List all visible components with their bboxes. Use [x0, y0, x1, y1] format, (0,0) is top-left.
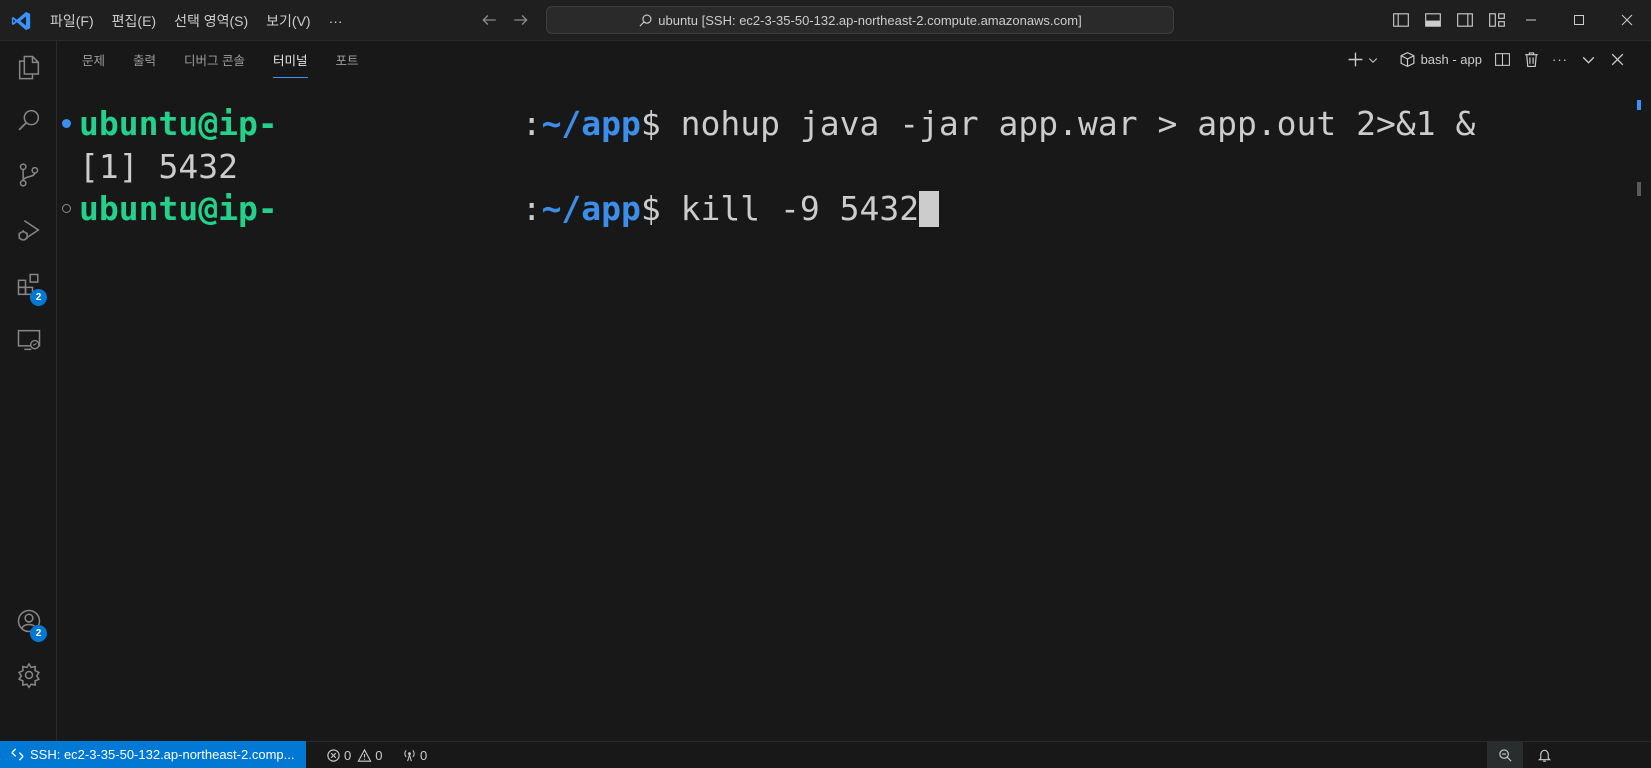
- warning-icon: [357, 748, 372, 762]
- terminal-line-output: [1] 5432: [79, 146, 238, 188]
- accounts-icon[interactable]: 2: [0, 597, 57, 645]
- scrollbar-thumb[interactable]: [1637, 182, 1641, 196]
- ports-count: 0: [420, 747, 428, 763]
- notifications-indicator[interactable]: [1526, 742, 1562, 768]
- command-text: kill -9 5432: [680, 189, 920, 228]
- title-bar: 파일(F) 편집(E) 선택 영역(S) 보기(V) ··· ubuntu [S…: [0, 0, 1651, 41]
- command-output: [1] 5432: [79, 147, 238, 186]
- remote-indicator[interactable]: SSH: ec2-3-35-50-132.ap-northeast-2.comp…: [0, 741, 307, 768]
- back-arrow-icon[interactable]: [480, 11, 498, 29]
- menu-more[interactable]: ···: [329, 13, 343, 29]
- forward-arrow-icon[interactable]: [512, 11, 530, 29]
- explorer-icon[interactable]: [0, 43, 57, 91]
- extensions-icon[interactable]: 2: [0, 261, 57, 309]
- prompt-user: ubuntu@ip-: [79, 104, 278, 143]
- broadcast-icon: [404, 749, 415, 761]
- command-pending-decoration[interactable]: [62, 204, 71, 213]
- prompt-separator: :: [521, 104, 542, 143]
- tab-problems[interactable]: 문제: [82, 46, 105, 73]
- panel-header: 문제 출력 디버그 콘솔 터미널 포트 bash - app ···: [57, 41, 1651, 78]
- prompt-path: ~/app: [541, 104, 641, 143]
- status-bar: SSH: ec2-3-35-50-132.ap-northeast-2.comp…: [0, 741, 1651, 768]
- toggle-secondary-sidebar-icon[interactable]: [1456, 11, 1474, 29]
- terminal[interactable]: ubuntu@ip-:~/app$ nohup java -jar app.wa…: [57, 78, 1651, 741]
- extensions-badge: 2: [30, 289, 47, 306]
- prompt-symbol: $: [640, 104, 681, 143]
- search-icon: [639, 13, 652, 27]
- remote-host: SSH: ec2-3-35-50-132.ap-northeast-2.comp…: [30, 747, 295, 762]
- menu-bar: 파일(F) 편집(E) 선택 영역(S) 보기(V) ···: [50, 0, 361, 41]
- terminal-selector[interactable]: bash - app: [1399, 51, 1482, 68]
- split-terminal-icon[interactable]: [1494, 51, 1511, 68]
- toggle-primary-sidebar-icon[interactable]: [1392, 11, 1410, 29]
- menu-selection[interactable]: 선택 영역(S): [174, 11, 248, 31]
- error-icon: [327, 748, 340, 762]
- prompt-path: ~/app: [541, 189, 641, 228]
- tab-ports[interactable]: 포트: [336, 46, 359, 73]
- panel-tabs: 문제 출력 디버그 콘솔 터미널 포트: [82, 41, 387, 78]
- tab-debug-console[interactable]: 디버그 콘솔: [184, 46, 245, 73]
- problems-indicator[interactable]: 0 0: [326, 742, 382, 768]
- tab-terminal[interactable]: 터미널: [273, 46, 308, 78]
- activity-bar: 2 2: [0, 41, 57, 741]
- vscode-logo-icon: [11, 11, 31, 31]
- scrollbar-marker: [1637, 100, 1641, 110]
- chevron-down-icon[interactable]: [1367, 54, 1379, 66]
- trash-icon[interactable]: [1523, 51, 1540, 68]
- minimize-icon[interactable]: [1507, 0, 1555, 40]
- terminal-box-icon: [1400, 51, 1415, 68]
- menu-edit[interactable]: 편집(E): [112, 11, 156, 31]
- toggle-panel-icon[interactable]: [1424, 11, 1442, 29]
- terminal-name: bash - app: [1420, 52, 1482, 67]
- accounts-badge: 2: [30, 625, 47, 642]
- terminal-cursor: [919, 190, 940, 227]
- maximize-icon[interactable]: [1555, 0, 1603, 40]
- more-actions-icon[interactable]: ···: [1552, 52, 1568, 67]
- zoom-indicator[interactable]: [1487, 742, 1523, 768]
- warning-count: 0: [375, 747, 383, 763]
- prompt-user: ubuntu@ip-: [79, 189, 278, 228]
- terminal-line-command: ubuntu@ip-:~/app$ nohup java -jar app.wa…: [79, 103, 1475, 145]
- prompt-symbol: $: [640, 189, 681, 228]
- source-control-icon[interactable]: [0, 151, 57, 199]
- prompt-separator: :: [521, 189, 542, 228]
- ports-indicator[interactable]: 0: [402, 742, 427, 768]
- command-center[interactable]: ubuntu [SSH: ec2-3-35-50-132.ap-northeas…: [546, 6, 1174, 34]
- plus-icon: [1348, 52, 1362, 67]
- remote-icon: [11, 748, 24, 761]
- command-text: nohup java -jar app.war > app.out 2>&1 &: [680, 104, 1476, 143]
- close-icon[interactable]: [1603, 0, 1651, 40]
- customize-layout-icon[interactable]: [1488, 11, 1506, 29]
- close-panel-icon[interactable]: [1609, 51, 1626, 68]
- command-success-decoration[interactable]: [62, 119, 71, 128]
- error-count: 0: [344, 747, 352, 763]
- remote-explorer-icon[interactable]: [0, 316, 57, 364]
- run-and-debug-icon[interactable]: [0, 206, 57, 254]
- manage-gear-icon[interactable]: [0, 651, 57, 699]
- menu-file[interactable]: 파일(F): [50, 11, 94, 31]
- chevron-down-icon[interactable]: [1580, 51, 1597, 68]
- new-terminal-button[interactable]: [1347, 51, 1379, 68]
- search-icon[interactable]: [0, 96, 57, 144]
- bell-icon: [1537, 749, 1551, 762]
- terminal-line-command: ubuntu@ip-:~/app$ kill -9 5432: [79, 188, 940, 230]
- zoom-icon: [1498, 748, 1512, 762]
- tab-output[interactable]: 출력: [133, 46, 156, 73]
- command-center-text: ubuntu [SSH: ec2-3-35-50-132.ap-northeas…: [658, 12, 1082, 28]
- menu-view[interactable]: 보기(V): [266, 11, 310, 31]
